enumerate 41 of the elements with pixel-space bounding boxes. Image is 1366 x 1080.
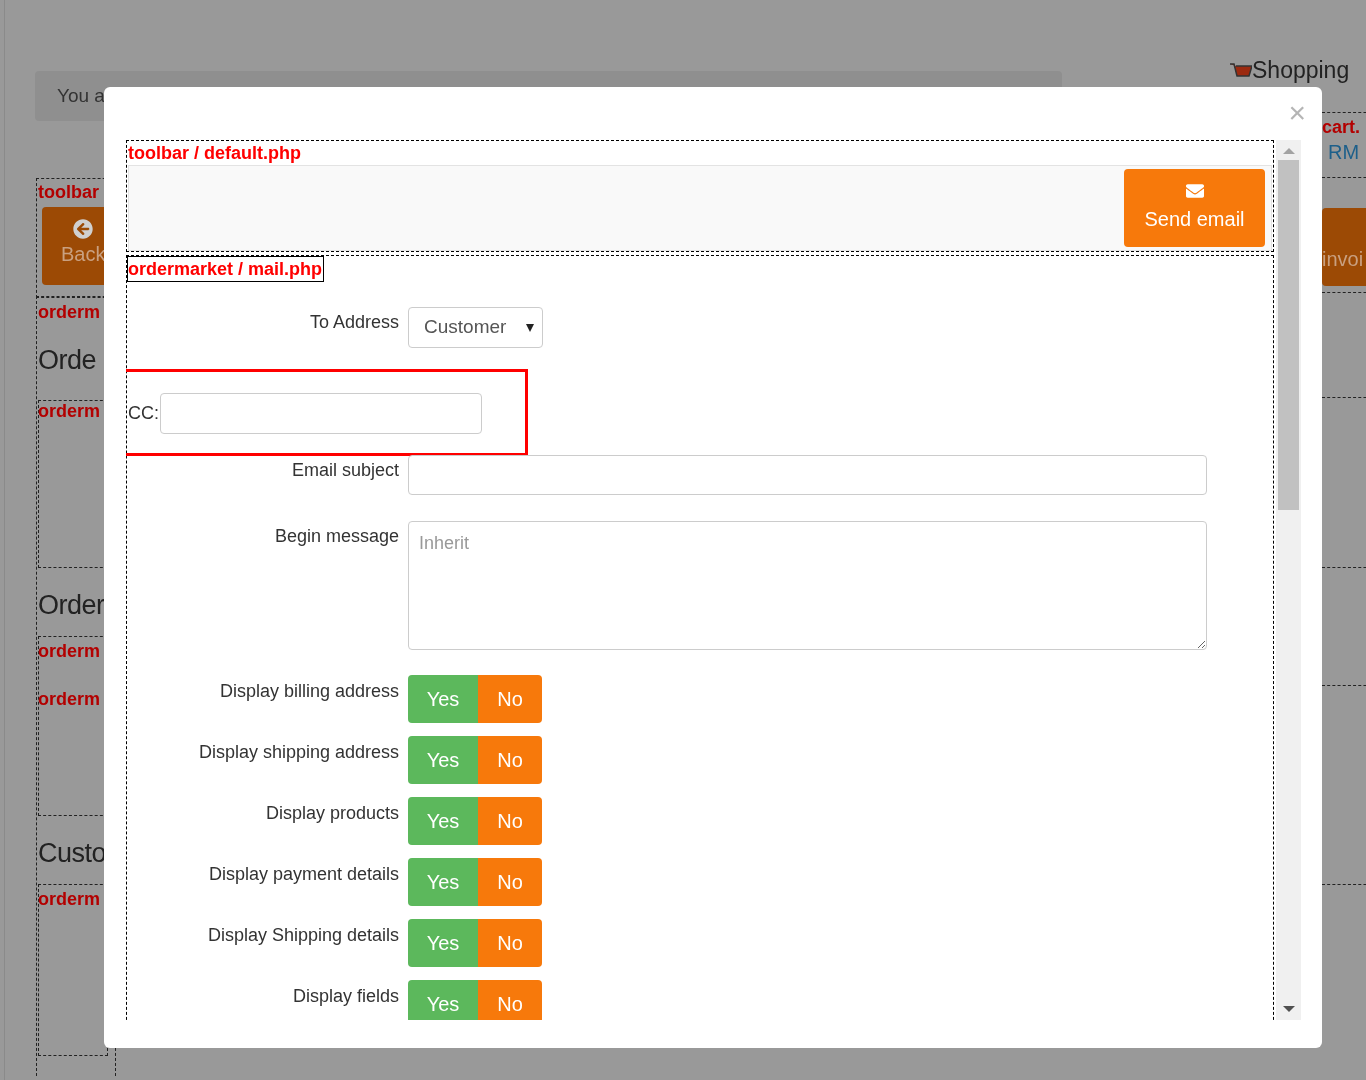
- section-heading: Orde: [38, 344, 97, 377]
- section-heading: Order: [38, 589, 105, 622]
- template-label: ordermarket / mail.php: [127, 256, 325, 282]
- no-button[interactable]: No: [478, 675, 542, 723]
- close-button[interactable]: ×: [1288, 97, 1306, 129]
- template-label: cart.: [1322, 116, 1361, 139]
- template-label: orderm: [38, 688, 100, 711]
- field-label: Display shipping address: [197, 741, 399, 764]
- yes-button[interactable]: Yes: [408, 797, 478, 845]
- no-button[interactable]: No: [478, 919, 542, 967]
- template-label: orderm: [38, 301, 100, 324]
- yes-button[interactable]: Yes: [408, 675, 478, 723]
- field-label: CC:: [128, 402, 159, 425]
- template-label: orderm: [38, 640, 100, 663]
- field-label: To Address: [308, 311, 399, 334]
- template-label: orderm: [38, 400, 100, 423]
- template-label: toolbar / default.php: [127, 142, 302, 165]
- no-button[interactable]: No: [478, 980, 542, 1020]
- field-label: Display Shipping details: [206, 924, 399, 947]
- no-button[interactable]: No: [478, 797, 542, 845]
- no-button[interactable]: No: [478, 858, 542, 906]
- section-heading: Custo: [38, 837, 107, 870]
- price-link[interactable]: RM: [1328, 140, 1360, 164]
- yes-button[interactable]: Yes: [408, 980, 478, 1020]
- send-email-button[interactable]: Send email: [1124, 169, 1265, 247]
- field-label: Display products: [264, 802, 399, 825]
- template-label: toolbar: [38, 181, 99, 204]
- field-label: Email subject: [290, 459, 399, 482]
- field-label: Begin message: [273, 525, 399, 548]
- field-label: Display payment details: [207, 863, 399, 886]
- to-address-select[interactable]: Customer: [408, 307, 543, 348]
- yes-button[interactable]: Yes: [408, 736, 478, 784]
- invoice-button[interactable]: invoi: [1322, 208, 1366, 286]
- yes-button[interactable]: Yes: [408, 919, 478, 967]
- field-label: Display billing address: [218, 680, 399, 703]
- begin-message-textarea[interactable]: Inherit: [408, 521, 1207, 650]
- template-label: orderm: [38, 888, 100, 911]
- shopping-cart-title: Shopping: [1252, 58, 1350, 82]
- yes-button[interactable]: Yes: [408, 858, 478, 906]
- no-button[interactable]: No: [478, 736, 542, 784]
- field-label: Display fields: [291, 985, 399, 1008]
